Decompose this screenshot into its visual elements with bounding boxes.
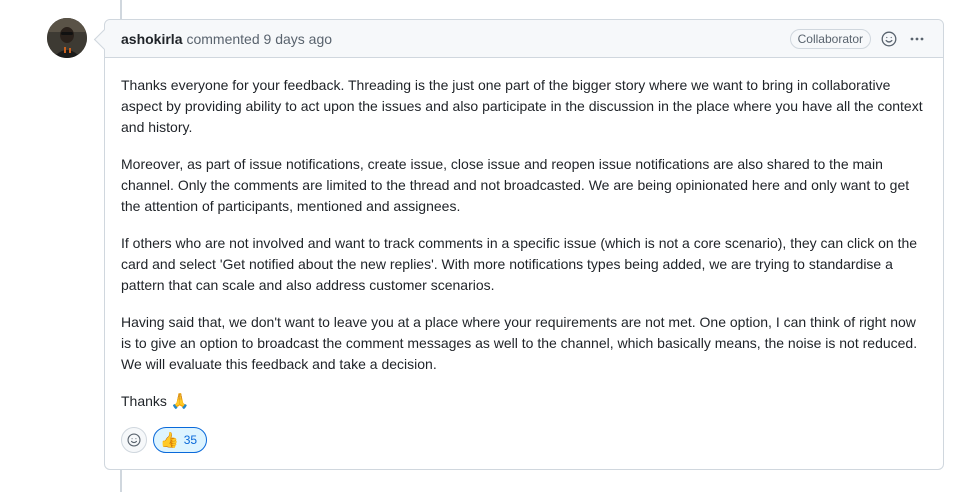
comment-body: Thanks everyone for your feedback. Threa… <box>105 58 943 412</box>
comment-paragraph: Having said that, we don't want to leave… <box>121 314 918 372</box>
comment-header: ashokirla commented 9 days ago Collabora… <box>105 20 943 58</box>
add-reaction-button[interactable] <box>121 427 147 453</box>
kebab-horizontal-icon[interactable] <box>907 29 927 49</box>
smiley-icon[interactable] <box>879 29 899 49</box>
avatar[interactable] <box>47 18 87 58</box>
author-link[interactable]: ashokirla <box>121 31 182 47</box>
comment-timestamp[interactable]: commented 9 days ago <box>186 31 332 47</box>
comment-thanks: Thanks 🙏 <box>121 391 927 412</box>
avatar-image <box>47 18 87 58</box>
comment-paragraph: Thanks everyone for your feedback. Threa… <box>121 77 923 135</box>
reactions-bar: 👍 35 <box>121 427 208 453</box>
reaction-count: 35 <box>183 433 198 447</box>
comment-paragraph: Moreover, as part of issue notifications… <box>121 156 910 214</box>
comment-paragraph: If others who are not involved and want … <box>121 235 918 293</box>
folded-hands-emoji: 🙏 <box>170 393 190 410</box>
thanks-text: Thanks <box>121 393 167 409</box>
page: ashokirla commented 9 days ago Collabora… <box>0 0 976 492</box>
smiley-icon <box>127 433 141 447</box>
thumbs-up-reaction-button[interactable]: 👍 35 <box>153 427 208 453</box>
comment-box: ashokirla commented 9 days ago Collabora… <box>93 19 944 470</box>
collaborator-badge: Collaborator <box>789 28 871 49</box>
thumbs-up-icon: 👍 <box>160 431 179 449</box>
header-actions: Collaborator <box>789 28 927 49</box>
